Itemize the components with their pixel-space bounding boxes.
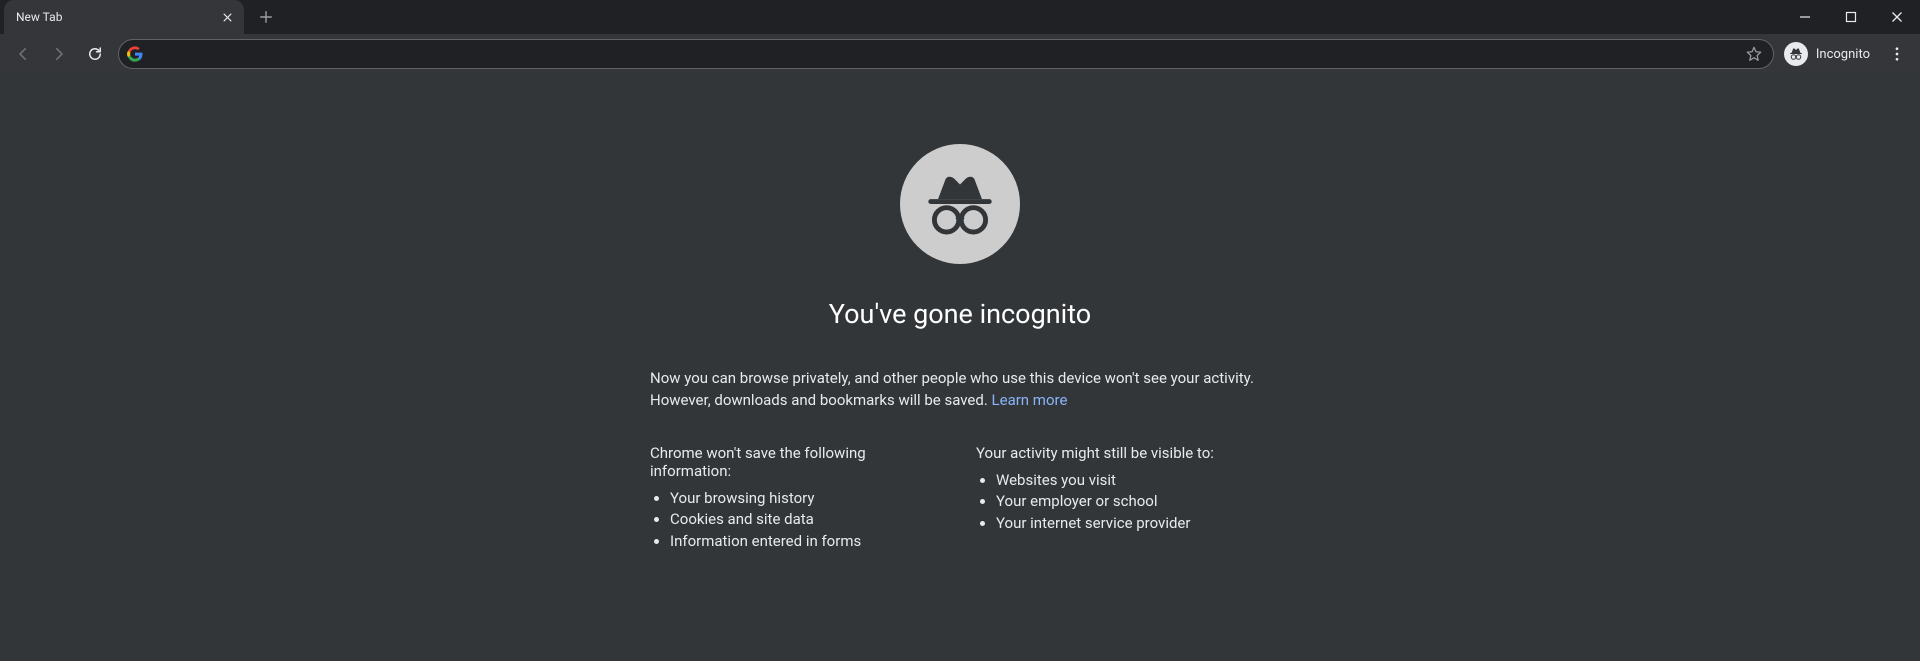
browser-tab[interactable]: New Tab bbox=[4, 0, 244, 34]
list-item: Information entered in forms bbox=[670, 531, 944, 553]
reload-icon bbox=[86, 45, 104, 63]
incognito-panel: You've gone incognito Now you can browse… bbox=[650, 74, 1270, 661]
intro-text: Now you can browse privately, and other … bbox=[650, 369, 1254, 409]
list-item: Websites you visit bbox=[996, 470, 1270, 492]
col1-lead: Chrome won't save the following informat… bbox=[650, 444, 944, 480]
arrow-right-icon bbox=[50, 45, 68, 63]
window-controls bbox=[1782, 0, 1920, 34]
window-close-button[interactable] bbox=[1874, 0, 1920, 34]
window-minimize-button[interactable] bbox=[1782, 0, 1828, 34]
maximize-icon bbox=[1845, 11, 1857, 23]
arrow-left-icon bbox=[14, 45, 32, 63]
intro-paragraph: Now you can browse privately, and other … bbox=[650, 368, 1270, 412]
incognito-badge-icon bbox=[1784, 42, 1808, 66]
plus-icon bbox=[259, 10, 273, 24]
list-item: Your browsing history bbox=[670, 488, 944, 510]
info-columns: Chrome won't save the following informat… bbox=[650, 444, 1270, 553]
col-still-visible: Your activity might still be visible to:… bbox=[976, 444, 1270, 553]
new-tab-button[interactable] bbox=[252, 3, 280, 31]
col-wont-save: Chrome won't save the following informat… bbox=[650, 444, 944, 553]
window-maximize-button[interactable] bbox=[1828, 0, 1874, 34]
tab-close-button[interactable] bbox=[218, 8, 236, 26]
page-content: You've gone incognito Now you can browse… bbox=[0, 74, 1920, 661]
nav-back-button[interactable] bbox=[6, 37, 40, 71]
omnibox[interactable] bbox=[118, 39, 1774, 69]
kebab-menu-icon bbox=[1888, 45, 1906, 63]
page-heading: You've gone incognito bbox=[650, 298, 1270, 330]
col2-lead: Your activity might still be visible to: bbox=[976, 444, 1270, 462]
star-icon bbox=[1745, 45, 1763, 63]
list-item: Your internet service provider bbox=[996, 513, 1270, 535]
list-item: Cookies and site data bbox=[670, 509, 944, 531]
titlebar: New Tab bbox=[0, 0, 1920, 34]
col1-list: Your browsing history Cookies and site d… bbox=[650, 488, 944, 553]
incognito-label: Incognito bbox=[1816, 47, 1870, 62]
google-favicon-icon bbox=[127, 46, 143, 62]
minimize-icon bbox=[1799, 11, 1811, 23]
nav-reload-button[interactable] bbox=[78, 37, 112, 71]
incognito-hero-icon bbox=[900, 144, 1020, 264]
col2-list: Websites you visit Your employer or scho… bbox=[976, 470, 1270, 535]
close-icon bbox=[1891, 11, 1903, 23]
learn-more-link[interactable]: Learn more bbox=[992, 391, 1068, 409]
bookmark-button[interactable] bbox=[1741, 41, 1767, 67]
incognito-indicator[interactable]: Incognito bbox=[1780, 39, 1878, 69]
browser-menu-button[interactable] bbox=[1880, 37, 1914, 71]
toolbar: Incognito bbox=[0, 34, 1920, 74]
omnibox-input[interactable] bbox=[149, 40, 1735, 68]
close-icon bbox=[222, 12, 233, 23]
list-item: Your employer or school bbox=[996, 491, 1270, 513]
tabstrip: New Tab bbox=[0, 0, 1782, 34]
tab-title: New Tab bbox=[16, 10, 210, 24]
nav-forward-button[interactable] bbox=[42, 37, 76, 71]
